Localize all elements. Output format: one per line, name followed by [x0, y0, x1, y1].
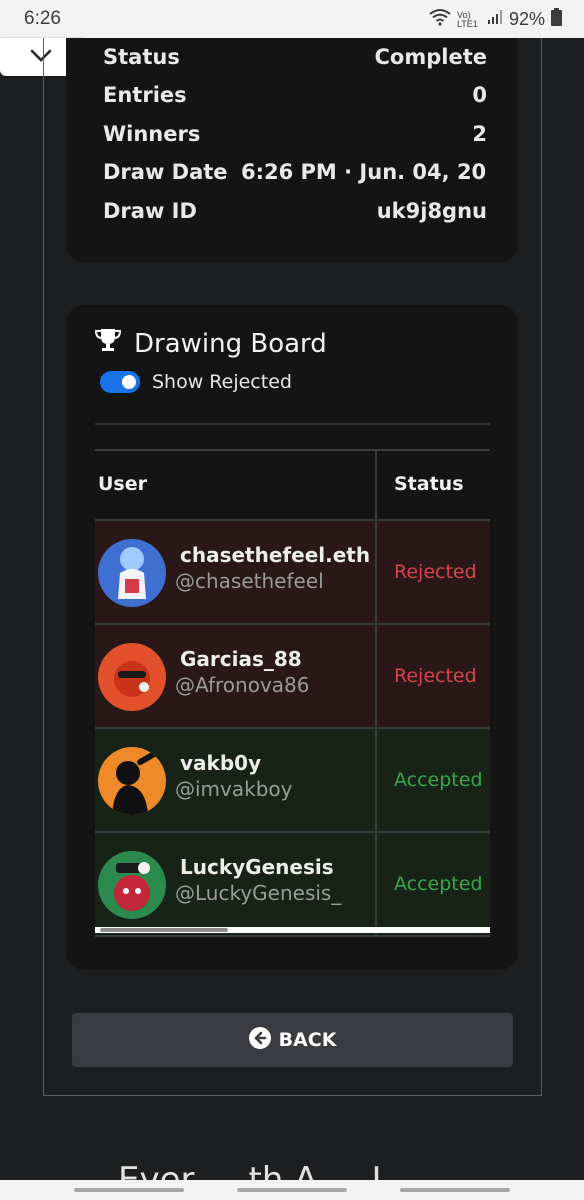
battery-percent: 92% — [508, 9, 545, 29]
table-row[interactable]: LuckyGenesis @LuckyGenesis_ Accepted — [95, 833, 490, 937]
entries-table[interactable]: User Status chasethefeel.eth @chasethefe… — [95, 449, 490, 945]
avatar — [98, 851, 166, 919]
network-label: Vo) LTE1 — [456, 9, 478, 29]
avatar — [98, 539, 166, 607]
show-rejected-row: Show Rejected — [100, 371, 292, 393]
board-title: Drawing Board — [134, 328, 327, 359]
status-icons: Vo) LTE1 92% — [429, 8, 562, 31]
column-divider — [375, 521, 377, 623]
info-value: 2 — [472, 122, 487, 146]
user-name: LuckyGenesis — [180, 855, 334, 879]
table-row[interactable]: vakb0y @imvakboy Accepted — [95, 729, 490, 833]
trophy-icon — [94, 327, 122, 360]
draw-info-card: Status Complete Entries 0 Winners 2 Draw… — [66, 38, 518, 262]
scrollbar-thumb[interactable] — [100, 928, 228, 932]
arrow-left-circle-icon — [248, 1026, 271, 1054]
user-handle: @chasethefeel — [175, 569, 324, 593]
user-name: chasethefeel.eth — [180, 543, 371, 567]
column-header-user: User — [98, 473, 147, 495]
system-status-bar: 6:26 Vo) LTE1 92% — [0, 0, 584, 38]
nav-handle[interactable] — [400, 1188, 510, 1192]
info-row-winners: Winners 2 — [103, 122, 487, 152]
user-handle: @LuckyGenesis_ — [175, 881, 342, 905]
divider — [95, 423, 490, 425]
column-divider — [375, 833, 377, 935]
status-badge: Accepted — [394, 873, 483, 895]
avatar — [98, 747, 166, 815]
info-value: uk9j8gnu — [376, 199, 487, 223]
info-label: Entries — [103, 83, 187, 107]
info-value: 0 — [472, 83, 487, 107]
info-row-status: Status Complete — [103, 45, 487, 75]
info-value: 6:26 PM · Jun. 04, 20 — [241, 160, 487, 184]
show-rejected-toggle[interactable] — [100, 371, 140, 393]
info-label: Draw ID — [103, 199, 197, 223]
system-nav-bar — [0, 1180, 584, 1200]
info-row-entries: Entries 0 — [103, 83, 487, 113]
status-badge: Rejected — [394, 561, 477, 583]
info-label: Status — [103, 45, 180, 69]
board-header: Drawing Board — [94, 327, 327, 360]
nav-handle[interactable] — [74, 1188, 184, 1192]
back-button[interactable]: BACK — [72, 1013, 513, 1067]
info-row-draw-id: Draw ID uk9j8gnu — [103, 199, 487, 229]
table-row[interactable]: chasethefeel.eth @chasethefeel Rejected — [95, 521, 490, 625]
table-row[interactable]: Garcias_88 @Afronova86 Rejected — [95, 625, 490, 729]
column-divider — [375, 451, 377, 519]
info-label: Winners — [103, 122, 201, 146]
user-handle: @imvakboy — [175, 777, 293, 801]
show-rejected-label: Show Rejected — [152, 371, 292, 393]
status-badge: Rejected — [394, 665, 477, 687]
avatar — [98, 643, 166, 711]
back-label: BACK — [278, 1029, 337, 1051]
battery-icon — [551, 8, 562, 31]
table-header: User Status — [95, 449, 490, 521]
wifi-icon — [429, 8, 451, 31]
info-value: Complete — [374, 45, 487, 69]
column-header-status: Status — [394, 473, 464, 495]
toggle-knob — [122, 375, 136, 389]
horizontal-scrollbar[interactable] — [95, 927, 490, 933]
nav-handle[interactable] — [237, 1188, 347, 1192]
info-label: Draw Date — [103, 160, 228, 184]
signal-icon — [487, 9, 503, 30]
drawing-board-card: Drawing Board Show Rejected User Status … — [66, 305, 518, 970]
info-row-draw-date: Draw Date 6:26 PM · Jun. 04, 20 — [103, 160, 487, 190]
column-divider — [375, 625, 377, 727]
user-handle: @Afronova86 — [175, 673, 310, 697]
column-divider — [375, 729, 377, 831]
user-name: vakb0y — [180, 751, 262, 775]
status-badge: Accepted — [394, 769, 483, 791]
user-name: Garcias_88 — [180, 647, 302, 671]
clock: 6:26 — [24, 8, 61, 29]
